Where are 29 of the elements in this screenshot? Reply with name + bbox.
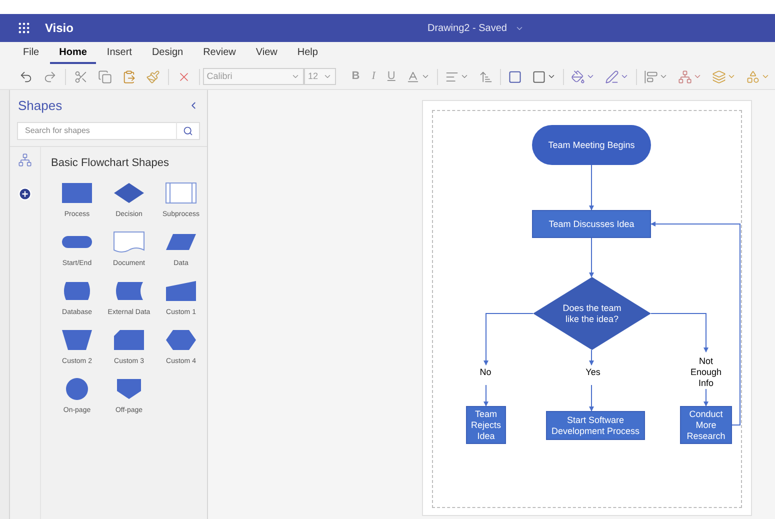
process-node: Conduct More Research	[680, 406, 732, 444]
terminator-node: Team Meeting Begins	[532, 125, 651, 165]
chevron-down-icon	[291, 72, 300, 81]
search-icon[interactable]	[183, 126, 193, 136]
connector-arrow	[484, 313, 534, 366]
connector-arrow	[589, 164, 594, 210]
app-launcher-icon[interactable]	[17, 21, 31, 35]
chevron-down-icon	[322, 72, 332, 81]
connector-arrow	[589, 384, 594, 412]
stencil-icon[interactable]	[18, 152, 32, 166]
document-title[interactable]: Drawing2 - Saved	[427, 20, 507, 36]
app-name: Visio	[45, 20, 74, 37]
menu-tab[interactable]: Insert	[98, 42, 141, 64]
menu-tab[interactable]: Design	[142, 42, 192, 64]
decision-node: Does the team like the idea?	[533, 277, 651, 350]
menu-tab[interactable]: Review	[194, 42, 245, 64]
stencil-title: Basic Flowchart Shapes	[51, 156, 170, 170]
panel-title: Shapes	[18, 97, 62, 115]
process-node: Team Discusses Idea	[532, 210, 651, 238]
menu-tab[interactable]: Help	[288, 42, 327, 64]
connector-arrow	[589, 238, 594, 278]
add-stencil-icon[interactable]	[18, 186, 32, 200]
connector-arrow	[589, 350, 594, 366]
process-node: Start Software Development Process	[546, 411, 645, 440]
menu-tab[interactable]: File	[14, 42, 48, 64]
search-field[interactable]: Search for shapes	[17, 122, 176, 140]
process-node: Team Rejects Idea	[466, 406, 506, 444]
menu-tab[interactable]: View	[246, 42, 286, 64]
connector-arrow	[484, 384, 488, 406]
